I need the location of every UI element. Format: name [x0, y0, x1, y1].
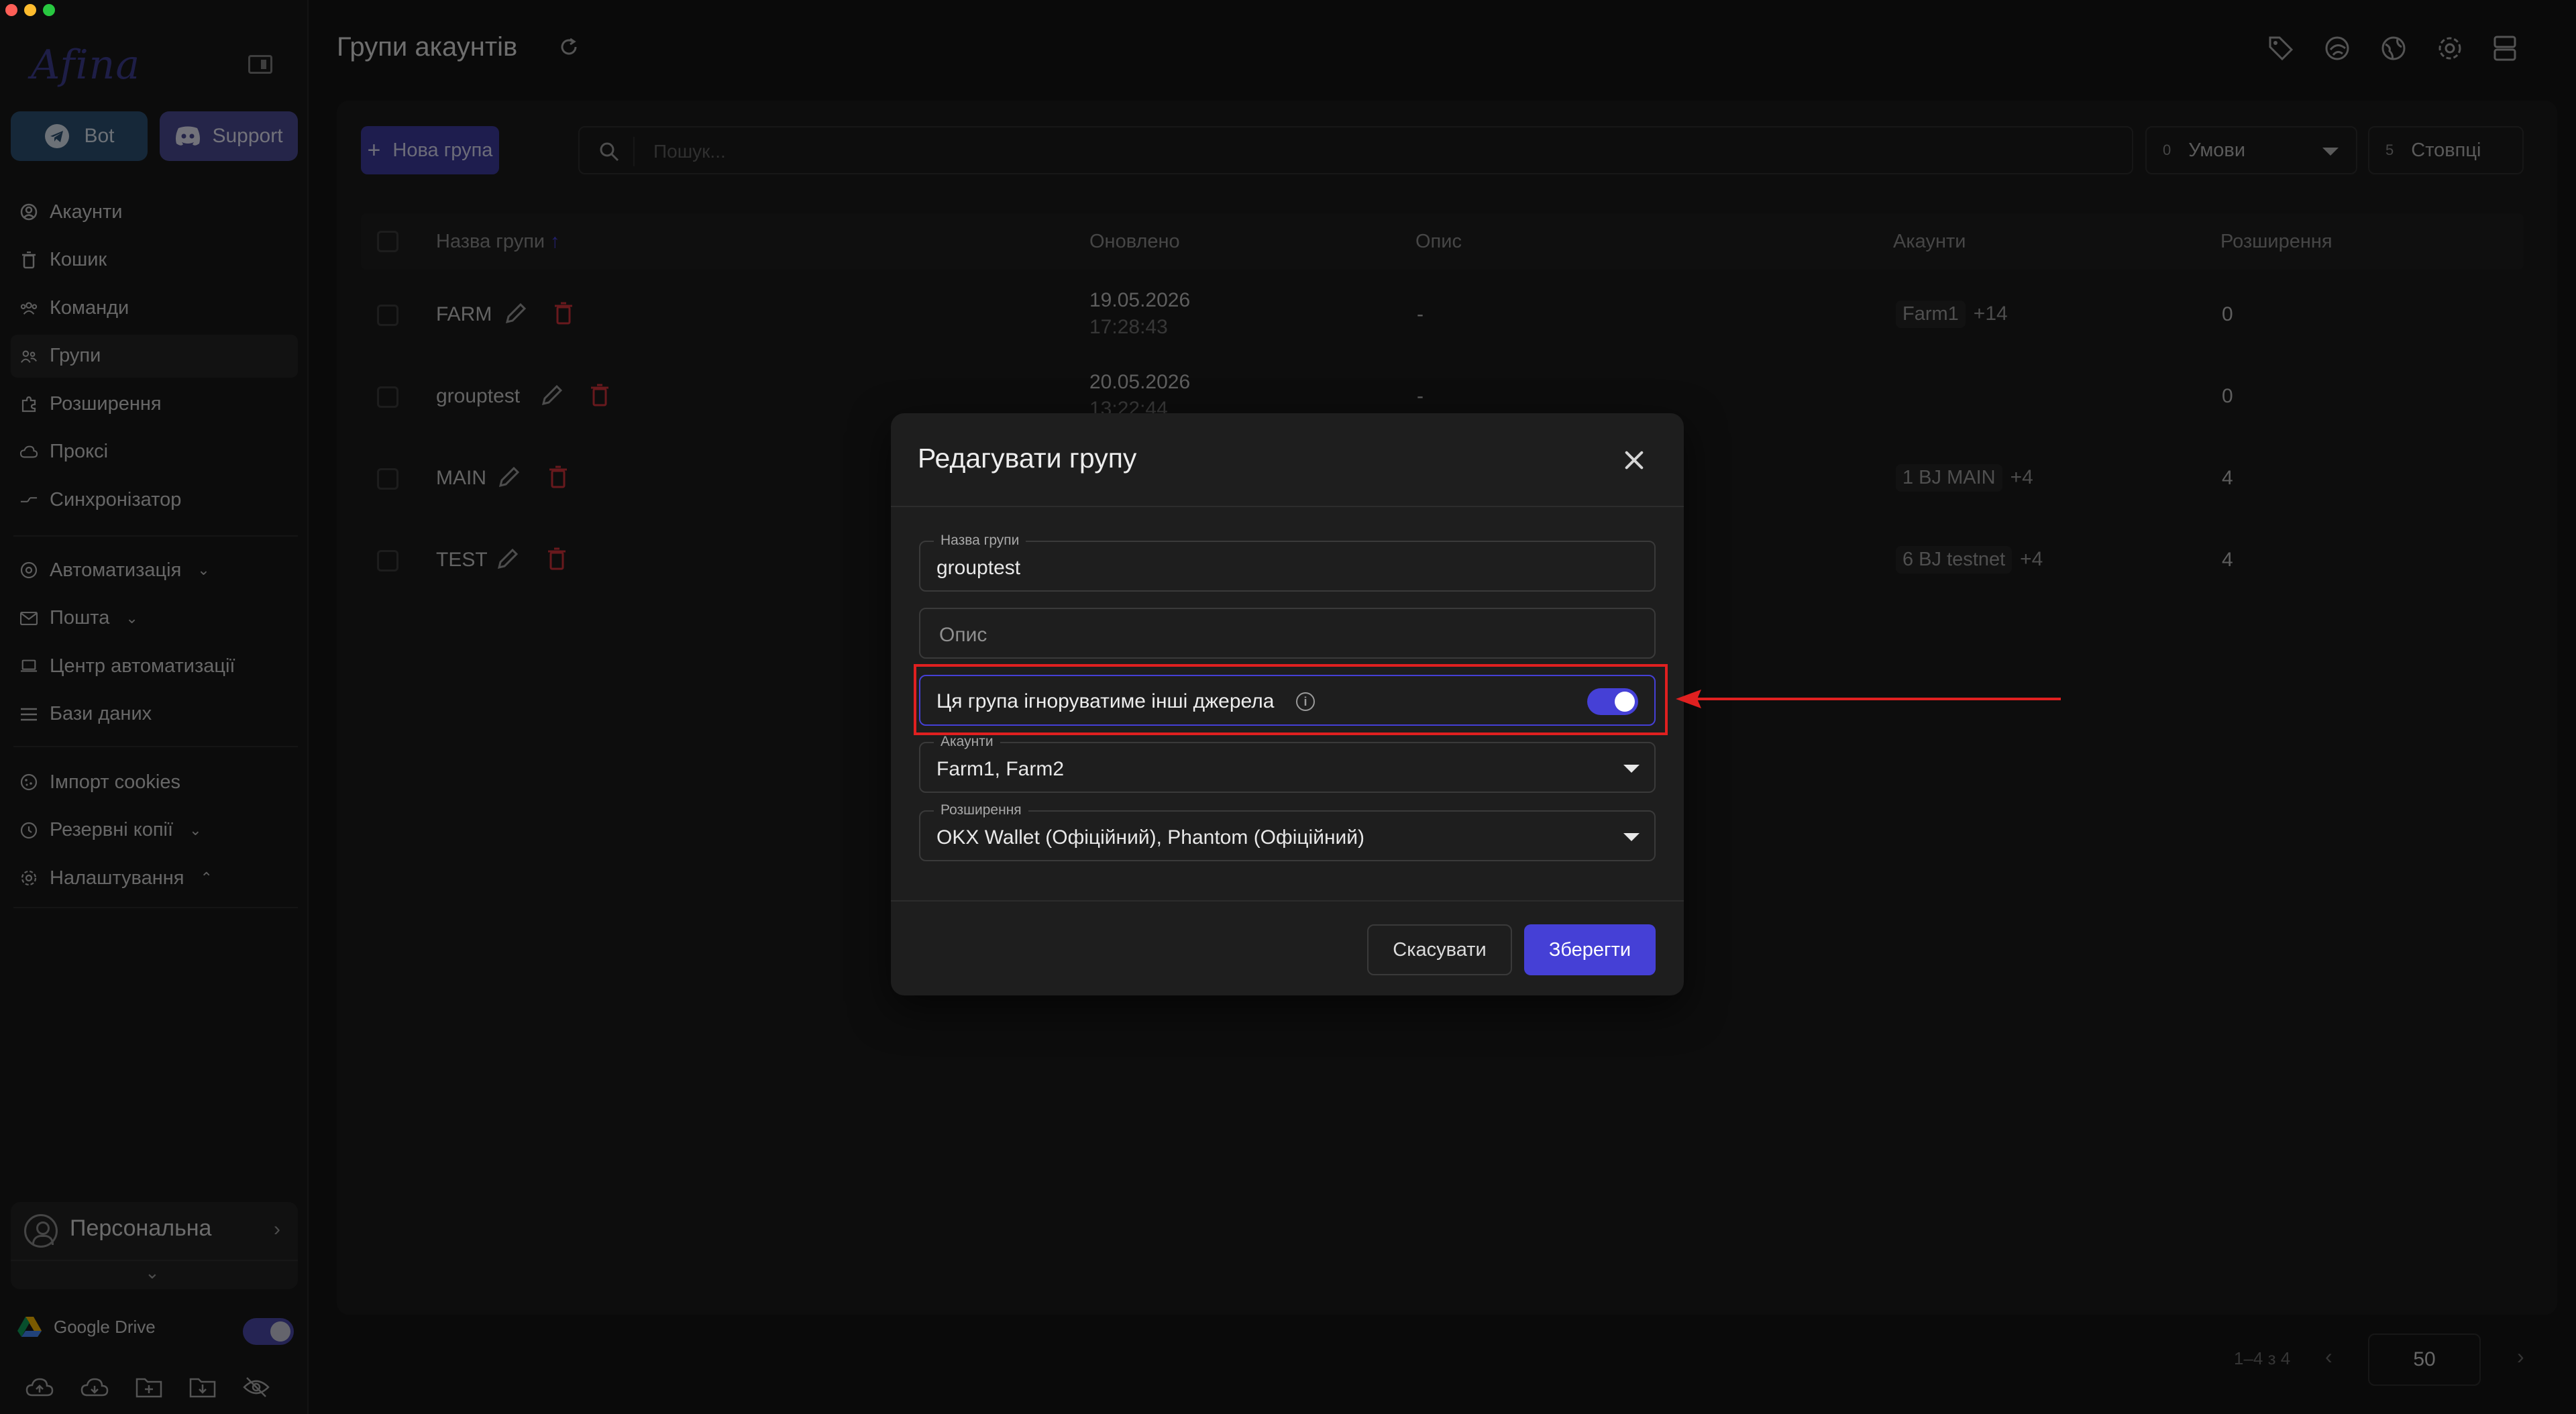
description-field[interactable]: Опис [919, 608, 1656, 659]
dialog-header-divider [891, 506, 1684, 507]
extensions-label: Розширення [934, 802, 1028, 818]
dialog-title: Редагувати групу [918, 443, 1137, 474]
accounts-select[interactable]: Акаунти Farm1, Farm2 [919, 734, 1656, 793]
cancel-button[interactable]: Скасувати [1367, 924, 1512, 975]
minimize-window-button[interactable] [24, 4, 36, 16]
caret-down-icon [1623, 765, 1640, 773]
caret-down-icon [1623, 833, 1640, 841]
description-input[interactable]: Опис [939, 624, 987, 647]
group-name-label: Назва групи [934, 533, 1026, 549]
maximize-window-button[interactable] [43, 4, 55, 16]
annotation-arrow-icon [1676, 690, 2061, 708]
window-controls [5, 4, 55, 16]
extensions-value: OKX Wallet (Офіційний), Phantom (Офіційн… [936, 826, 1365, 849]
accounts-label: Акаунти [934, 734, 1000, 750]
annotation-highlight-box [914, 664, 1668, 735]
dialog-footer-divider [891, 900, 1684, 902]
save-button[interactable]: Зберегти [1524, 924, 1656, 975]
group-name-input[interactable]: grouptest [936, 557, 1020, 580]
accounts-value: Farm1, Farm2 [936, 758, 1065, 780]
group-name-field[interactable]: Назва групи grouptest [919, 533, 1656, 592]
close-window-button[interactable] [5, 4, 17, 16]
close-icon[interactable] [1622, 448, 1646, 472]
extensions-select[interactable]: Розширення OKX Wallet (Офіційний), Phant… [919, 802, 1656, 861]
